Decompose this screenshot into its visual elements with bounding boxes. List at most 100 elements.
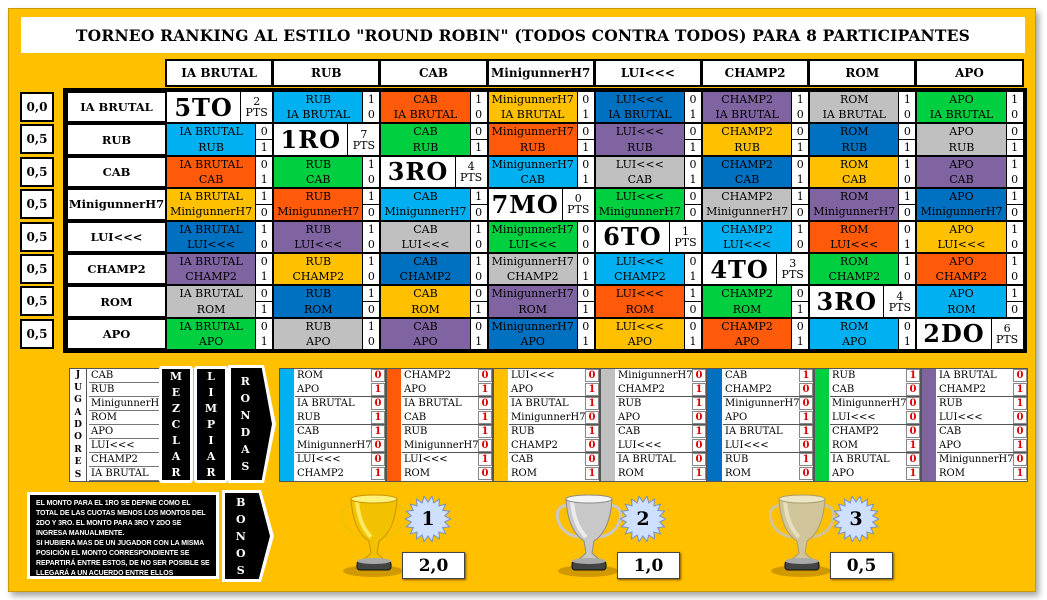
score-bottom[interactable]: 1	[470, 301, 487, 317]
round-score[interactable]: 1	[585, 425, 599, 438]
score-top[interactable]: 1	[1006, 221, 1023, 237]
round-score[interactable]: 0	[1013, 369, 1027, 382]
round-score[interactable]: 0	[1013, 411, 1027, 424]
round-score[interactable]: 0	[906, 383, 920, 396]
player-entry[interactable]: CHAMP2	[89, 453, 162, 467]
match-cell[interactable]: MinigunnerH7 ROM 0 1	[487, 285, 595, 318]
match-cell[interactable]: APO LUI<<< 1 0	[916, 220, 1024, 253]
score-bottom[interactable]: 1	[899, 139, 916, 155]
bonus-value[interactable]: 0,5	[20, 254, 54, 284]
score-bottom[interactable]: 1	[792, 139, 809, 155]
match-cell[interactable]: RUB IA BRUTAL 1 0	[273, 91, 381, 124]
score-bottom[interactable]: 0	[792, 236, 809, 252]
bonus-value[interactable]: 0,5	[20, 286, 54, 317]
prize-amount[interactable]: 2,0	[402, 552, 465, 579]
score-bottom[interactable]: 1	[1006, 139, 1023, 155]
score-top[interactable]: 1	[470, 221, 487, 237]
round-score[interactable]: 0	[585, 439, 599, 452]
match-cell[interactable]: IA BRUTAL CAB 0 1	[166, 155, 274, 189]
match-cell[interactable]: LUI<<< MinigunnerH7 0 0	[594, 188, 702, 221]
match-cell[interactable]: RUB ROM 1 0	[273, 285, 381, 318]
match-cell[interactable]: IA BRUTAL LUI<<< 1 0	[166, 220, 274, 253]
score-top[interactable]: 0	[684, 156, 701, 172]
score-top[interactable]: 0	[792, 318, 809, 334]
match-cell[interactable]: ROM LUI<<< 0 1	[809, 220, 917, 253]
match-cell[interactable]: APO ROM 1 0	[916, 285, 1024, 318]
match-cell[interactable]: APO CHAMP2 1 0	[916, 253, 1024, 286]
round-score[interactable]: 0	[906, 411, 920, 424]
score-bottom[interactable]: 1	[577, 334, 594, 350]
round-score[interactable]: 0	[585, 369, 599, 382]
match-cell[interactable]: LUI<<< APO 0 1	[594, 317, 702, 351]
score-top[interactable]: 1	[256, 221, 273, 237]
match-cell[interactable]: ROM CHAMP2 1 0	[809, 253, 917, 286]
score-top[interactable]: 1	[684, 286, 701, 302]
match-cell[interactable]: IA BRUTAL RUB 0 1	[166, 123, 274, 156]
match-cell[interactable]: ROM IA BRUTAL 1 0	[809, 91, 917, 124]
match-cell[interactable]: APO RUB 0 1	[916, 123, 1024, 156]
score-bottom[interactable]: 1	[470, 334, 487, 350]
score-top[interactable]: 0	[1006, 124, 1023, 140]
score-top[interactable]: 1	[363, 286, 380, 302]
round-score[interactable]: 0	[692, 411, 706, 424]
round-score[interactable]: 1	[371, 425, 385, 438]
match-cell[interactable]: MinigunnerH7 CAB 0 1	[487, 155, 595, 189]
round-score[interactable]: 1	[906, 467, 920, 480]
score-bottom[interactable]: 0	[363, 172, 380, 188]
score-bottom[interactable]: 1	[256, 172, 273, 188]
score-bottom[interactable]: 0	[684, 204, 701, 220]
match-cell[interactable]: LUI<<< IA BRUTAL 0 1	[594, 91, 702, 124]
round-score[interactable]: 0	[799, 383, 813, 396]
round-score[interactable]: 1	[906, 439, 920, 452]
round-score[interactable]: 0	[478, 467, 492, 480]
score-bottom[interactable]: 0	[363, 204, 380, 220]
player-entry[interactable]: MinigunnerH7	[89, 397, 166, 411]
score-bottom[interactable]: 1	[256, 301, 273, 317]
score-bottom[interactable]: 1	[577, 172, 594, 188]
round-score[interactable]: 1	[585, 383, 599, 396]
score-bottom[interactable]: 0	[1006, 107, 1023, 123]
match-cell[interactable]: CAB ROM 0 1	[380, 285, 488, 318]
match-cell[interactable]: ROM MinigunnerH7 1 0	[809, 188, 917, 221]
score-bottom[interactable]: 0	[1006, 172, 1023, 188]
score-top[interactable]: 0	[577, 156, 594, 172]
score-top[interactable]: 0	[256, 156, 273, 172]
score-top[interactable]: 0	[256, 286, 273, 302]
match-cell[interactable]: RUB CAB 1 0	[273, 155, 381, 189]
score-bottom[interactable]: 0	[792, 204, 809, 220]
match-cell[interactable]: CAB APO 0 1	[380, 317, 488, 351]
score-top[interactable]: 0	[684, 124, 701, 140]
match-cell[interactable]: APO IA BRUTAL 1 0	[916, 91, 1024, 124]
match-cell[interactable]: ROM APO 0 1	[809, 317, 917, 351]
round-score[interactable]: 0	[371, 439, 385, 452]
match-cell[interactable]: MinigunnerH7 RUB 0 1	[487, 123, 595, 156]
score-bottom[interactable]: 0	[470, 107, 487, 123]
match-cell[interactable]: RUB LUI<<< 1 0	[273, 220, 381, 253]
score-top[interactable]: 1	[1006, 156, 1023, 172]
bonus-value[interactable]: 0,5	[20, 124, 54, 155]
score-bottom[interactable]: 1	[792, 301, 809, 317]
score-bottom[interactable]: 0	[470, 204, 487, 220]
score-top[interactable]: 0	[792, 156, 809, 172]
round-score[interactable]: 0	[799, 467, 813, 480]
match-cell[interactable]: ROM RUB 0 1	[809, 123, 917, 156]
round-score[interactable]: 0	[799, 439, 813, 452]
score-bottom[interactable]: 1	[684, 107, 701, 123]
score-top[interactable]: 1	[256, 189, 273, 205]
clear-button[interactable]: LIMPIAR	[194, 366, 228, 483]
match-cell[interactable]: CHAMP2 IA BRUTAL 1 0	[702, 91, 810, 124]
round-score[interactable]: 0	[478, 439, 492, 452]
score-top[interactable]: 1	[1006, 286, 1023, 302]
round-score[interactable]: 1	[799, 369, 813, 382]
player-entry[interactable]: LUI<<<	[89, 439, 162, 453]
round-score[interactable]: 1	[1013, 439, 1027, 452]
score-top[interactable]: 1	[899, 156, 916, 172]
match-cell[interactable]: CHAMP2 ROM 0 1	[702, 285, 810, 318]
score-bottom[interactable]: 1	[577, 269, 594, 285]
score-top[interactable]: 1	[363, 318, 380, 334]
round-score[interactable]: 1	[692, 397, 706, 410]
round-score[interactable]: 0	[692, 439, 706, 452]
round-score[interactable]: 0	[906, 425, 920, 438]
score-top[interactable]: 0	[470, 318, 487, 334]
match-cell[interactable]: MinigunnerH7 APO 0 1	[487, 317, 595, 351]
